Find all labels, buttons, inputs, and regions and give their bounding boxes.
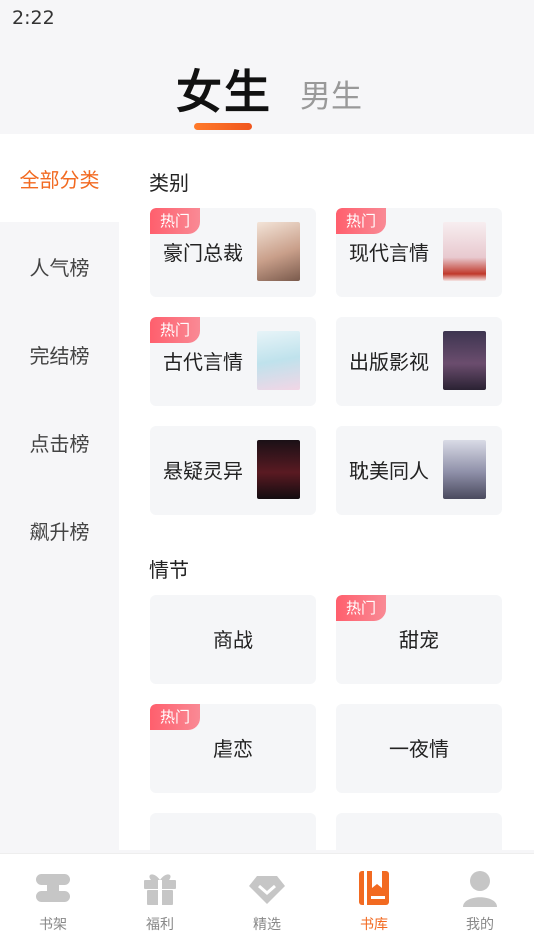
plot-card-partial[interactable] (150, 813, 316, 850)
category-card-suspense[interactable]: 悬疑灵异 (150, 426, 316, 515)
category-card-haomen-zongcai[interactable]: 热门 豪门总裁 (150, 208, 316, 297)
nav-item-library[interactable]: 书库 (321, 854, 427, 950)
plot-card-one-night[interactable]: 一夜情 (336, 704, 502, 793)
plot-card-business-war[interactable]: 商战 (150, 595, 316, 684)
book-cover-image (257, 440, 300, 499)
card-label: 出版影视 (349, 349, 429, 374)
library-icon (359, 871, 389, 905)
hot-badge: 热门 (336, 208, 386, 234)
nav-label: 福利 (146, 917, 174, 933)
gift-icon (144, 874, 176, 905)
section-title-plot: 情节 (149, 558, 189, 582)
category-card-ancient-romance[interactable]: 热门 古代言情 (150, 317, 316, 406)
nav-item-featured[interactable]: 精选 (214, 854, 320, 950)
diamond-icon (249, 876, 285, 904)
book-cover-image (443, 331, 486, 390)
nav-item-welfare[interactable]: 福利 (107, 854, 213, 950)
sidebar: 全部分类 人气榜 完结榜 点击榜 飙升榜 (0, 134, 119, 850)
book-cover-image (443, 440, 486, 499)
nav-label: 书库 (360, 917, 388, 933)
content-area: 全部分类 人气榜 完结榜 点击榜 飙升榜 类别 热门 豪门总裁 热门 现代言情 … (0, 134, 534, 850)
plot-card-partial[interactable] (336, 813, 502, 850)
hot-badge: 热门 (150, 317, 200, 343)
category-main: 类别 热门 豪门总裁 热门 现代言情 热门 古代言情 出版影视 悬疑灵异 耽美同… (119, 134, 534, 850)
category-card-danmei[interactable]: 耽美同人 (336, 426, 502, 515)
bookshelf-icon (36, 874, 70, 902)
hot-badge: 热门 (150, 704, 200, 730)
plot-card-tragic-love[interactable]: 热门 虐恋 (150, 704, 316, 793)
nav-label: 我的 (466, 917, 494, 933)
sidebar-item-all-categories[interactable]: 全部分类 (0, 134, 119, 222)
profile-icon (463, 871, 497, 907)
plot-card-sweet-love[interactable]: 热门 甜宠 (336, 595, 502, 684)
sidebar-item-clicks[interactable]: 点击榜 (0, 398, 119, 486)
status-bar: 2:22 (0, 0, 534, 36)
status-time: 2:22 (12, 7, 55, 29)
card-label: 一夜情 (389, 736, 449, 761)
section-title-category: 类别 (149, 171, 189, 195)
hot-badge: 热门 (150, 208, 200, 234)
tab-active-indicator (194, 123, 252, 130)
book-cover-image (257, 331, 300, 390)
nav-item-profile[interactable]: 我的 (427, 854, 533, 950)
gender-tabs: 女生 男生 (0, 56, 534, 136)
tab-male[interactable]: 男生 (300, 71, 362, 116)
bottom-nav: 书架 福利 精选 书库 我的 (0, 853, 534, 950)
nav-item-bookshelf[interactable]: 书架 (0, 854, 106, 950)
category-card-publishing-film[interactable]: 出版影视 (336, 317, 502, 406)
sidebar-item-popular[interactable]: 人气榜 (0, 222, 119, 310)
book-cover-image (257, 222, 300, 281)
sidebar-item-completed[interactable]: 完结榜 (0, 310, 119, 398)
nav-label: 书架 (39, 917, 67, 933)
sidebar-item-rising[interactable]: 飙升榜 (0, 486, 119, 574)
nav-label: 精选 (253, 917, 281, 933)
category-card-modern-romance[interactable]: 热门 现代言情 (336, 208, 502, 297)
card-label: 悬疑灵异 (163, 458, 243, 483)
card-label: 商战 (213, 627, 253, 652)
hot-badge: 热门 (336, 595, 386, 621)
tab-female[interactable]: 女生 (176, 56, 272, 122)
card-label: 耽美同人 (349, 458, 429, 483)
book-cover-image (443, 222, 486, 281)
